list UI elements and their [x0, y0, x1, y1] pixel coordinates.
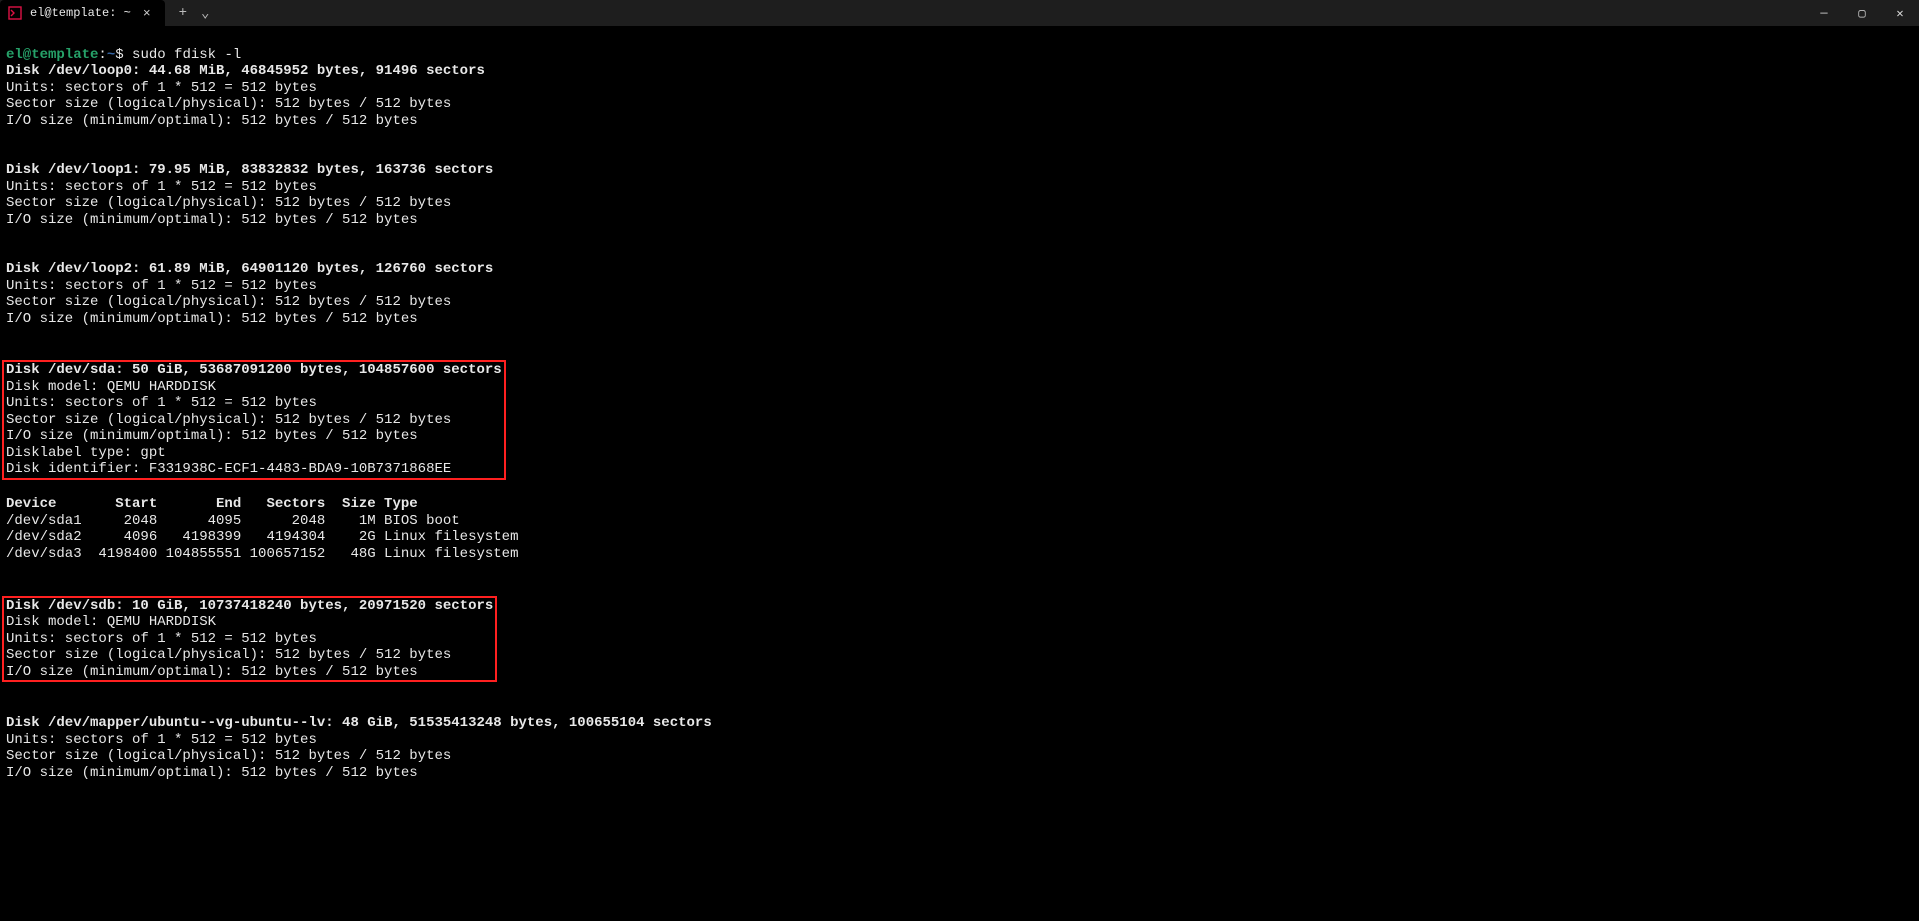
partition-table-row: /dev/sda3 4198400 104855551 100657152 48…	[6, 546, 518, 562]
partition-table-row: /dev/sda1 2048 4095 2048 1M BIOS boot	[6, 513, 460, 529]
output-line: I/O size (minimum/optimal): 512 bytes / …	[6, 664, 418, 680]
prompt-cwd: ~	[107, 47, 115, 63]
window-controls: — ▢ ✕	[1805, 0, 1919, 26]
output-line: I/O size (minimum/optimal): 512 bytes / …	[6, 428, 418, 444]
output-line: Disk model: QEMU HARDDISK	[6, 614, 216, 630]
output-line: Units: sectors of 1 * 512 = 512 bytes	[6, 179, 317, 195]
entered-command: sudo fdisk -l	[132, 47, 241, 63]
output-line: Sector size (logical/physical): 512 byte…	[6, 195, 451, 211]
minimize-button[interactable]: —	[1805, 0, 1843, 26]
output-line: Sector size (logical/physical): 512 byte…	[6, 647, 451, 663]
output-line: Disk model: QEMU HARDDISK	[6, 379, 216, 395]
output-line: Sector size (logical/physical): 512 byte…	[6, 294, 451, 310]
window-close-button[interactable]: ✕	[1881, 0, 1919, 26]
output-line: Sector size (logical/physical): 512 byte…	[6, 96, 451, 112]
disk-sda-header: Disk /dev/sda: 50 GiB, 53687091200 bytes…	[6, 362, 502, 378]
tab-dropdown-button[interactable]: ⌄	[195, 3, 215, 24]
output-line: Units: sectors of 1 * 512 = 512 bytes	[6, 278, 317, 294]
prompt-sep: :	[98, 47, 106, 63]
new-tab-button[interactable]: +	[173, 3, 193, 23]
active-tab[interactable]: el@template: ~ ×	[0, 0, 165, 26]
disk-loop1-header: Disk /dev/loop1: 79.95 MiB, 83832832 byt…	[6, 162, 493, 178]
terminal-icon	[8, 6, 22, 20]
terminal-window: el@template: ~ × + ⌄ — ▢ ✕ el@template:~…	[0, 0, 1919, 921]
output-line: I/O size (minimum/optimal): 512 bytes / …	[6, 765, 418, 781]
disk-loop2-header: Disk /dev/loop2: 61.89 MiB, 64901120 byt…	[6, 261, 493, 277]
output-line: Units: sectors of 1 * 512 = 512 bytes	[6, 395, 317, 411]
tab-close-button[interactable]: ×	[139, 6, 155, 21]
partition-table-header: Device Start End Sectors Size Type	[6, 496, 418, 512]
output-line: Sector size (logical/physical): 512 byte…	[6, 412, 451, 428]
partition-table-row: /dev/sda2 4096 4198399 4194304 2G Linux …	[6, 529, 518, 545]
highlighted-block-sdb: Disk /dev/sdb: 10 GiB, 10737418240 bytes…	[2, 596, 497, 683]
disk-loop0-header: Disk /dev/loop0: 44.68 MiB, 46845952 byt…	[6, 63, 485, 79]
disk-sdb-header: Disk /dev/sdb: 10 GiB, 10737418240 bytes…	[6, 598, 493, 614]
output-line: Units: sectors of 1 * 512 = 512 bytes	[6, 80, 317, 96]
output-line: Units: sectors of 1 * 512 = 512 bytes	[6, 732, 317, 748]
output-line: Disklabel type: gpt	[6, 445, 166, 461]
prompt-dollar: $	[115, 47, 132, 63]
titlebar: el@template: ~ × + ⌄ — ▢ ✕	[0, 0, 1919, 26]
output-line: Disk identifier: F331938C-ECF1-4483-BDA9…	[6, 461, 451, 477]
highlighted-block-sda: Disk /dev/sda: 50 GiB, 53687091200 bytes…	[2, 360, 506, 480]
output-line: Units: sectors of 1 * 512 = 512 bytes	[6, 631, 317, 647]
disk-mapper-header: Disk /dev/mapper/ubuntu--vg-ubuntu--lv: …	[6, 715, 712, 731]
terminal-body[interactable]: el@template:~$ sudo fdisk -l Disk /dev/l…	[0, 26, 1919, 921]
prompt-user-host: el@template	[6, 47, 98, 63]
output-line: Sector size (logical/physical): 512 byte…	[6, 748, 451, 764]
output-line: I/O size (minimum/optimal): 512 bytes / …	[6, 311, 418, 327]
output-line: I/O size (minimum/optimal): 512 bytes / …	[6, 113, 418, 129]
maximize-button[interactable]: ▢	[1843, 0, 1881, 26]
output-line: I/O size (minimum/optimal): 512 bytes / …	[6, 212, 418, 228]
tab-controls: + ⌄	[173, 3, 216, 24]
tab-title: el@template: ~	[30, 6, 131, 20]
